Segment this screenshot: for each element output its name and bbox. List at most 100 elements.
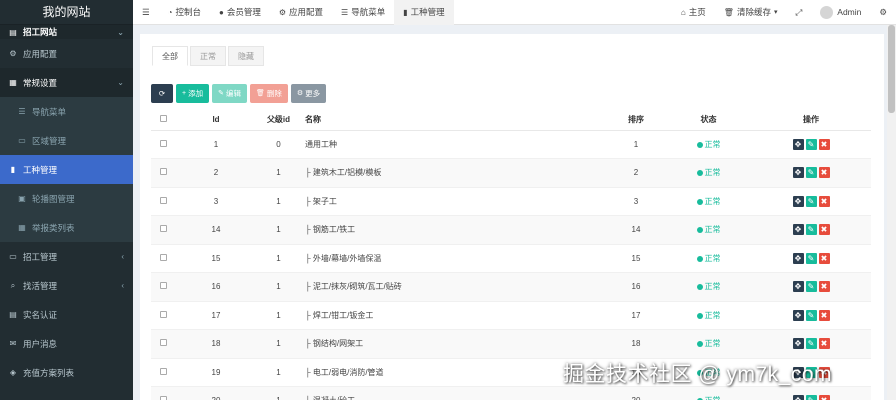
trash-icon[interactable]: ✖ (818, 138, 830, 150)
sidebar-item-4[interactable]: ▭ 区域管理 (0, 126, 133, 155)
row-checkbox[interactable] (151, 386, 176, 400)
top-tab-1[interactable]: ● 会员管理 (210, 0, 270, 25)
app-title[interactable]: 我的网站 (0, 0, 133, 25)
table-row[interactable]: 3 1 ├ 架子工 3 正常 ✥ ✎ ✖ (151, 187, 871, 216)
pencil-icon[interactable]: ✎ (805, 167, 817, 179)
trash-icon[interactable]: ✖ (818, 338, 830, 350)
status-badge[interactable]: 正常 (666, 158, 751, 188)
top-tab-2[interactable]: ⚙ 应用配置 (270, 0, 332, 25)
table-row[interactable]: 1 0 通用工种 1 正常 ✥ ✎ ✖ (151, 130, 871, 159)
table-row[interactable]: 14 1 ├ 钢筋工/铁工 14 正常 ✥ ✎ ✖ (151, 215, 871, 245)
status-badge[interactable]: 正常 (666, 215, 751, 245)
sidebar-item-3[interactable]: ☰ 导航菜单 (0, 97, 133, 126)
row-checkbox[interactable] (151, 358, 176, 387)
sidebar-item-9[interactable]: ⌕ 找活管理 ‹ (0, 271, 133, 300)
refresh-button[interactable]: ⟳ (151, 84, 173, 103)
sidebar-item-8[interactable]: ▭ 招工管理 ‹ (0, 242, 133, 271)
drag-icon[interactable]: ✥ (792, 195, 804, 207)
sidebar-item-0[interactable]: ▤ 招工网站 ⌄ (0, 25, 133, 39)
table-row[interactable]: 16 1 ├ 泥工/抹灰/砌筑/瓦工/贴砖 16 正常 ✥ ✎ ✖ (151, 272, 871, 302)
col-id[interactable]: Id (176, 110, 256, 131)
home-link[interactable]: ⌂ 主页 (672, 0, 715, 25)
pencil-icon[interactable]: ✎ (805, 138, 817, 150)
menu-toggle-button[interactable]: ☰ (133, 0, 159, 25)
drag-icon[interactable]: ✥ (792, 252, 804, 264)
col-actions: 操作 (751, 110, 871, 131)
settings-button[interactable]: ⚙ (870, 0, 896, 25)
trash-icon[interactable]: ✖ (818, 195, 830, 207)
row-checkbox[interactable] (151, 130, 176, 159)
drag-icon[interactable]: ✥ (792, 309, 804, 321)
pencil-icon[interactable]: ✎ (805, 281, 817, 293)
status-badge[interactable]: 正常 (666, 130, 751, 159)
row-checkbox[interactable] (151, 187, 176, 216)
row-checkbox[interactable] (151, 272, 176, 302)
cell-actions: ✥✎✖ (751, 158, 871, 188)
row-checkbox[interactable] (151, 215, 176, 245)
main-panel: 全部 正常 隐藏 ⟳ + 添加 ✎ 编辑 🗑 删除 ⚙ 更多 Id 父级id 名称 排序… (140, 34, 884, 400)
top-tab-3[interactable]: ☰ 导航菜单 (332, 0, 394, 25)
clear-cache-button[interactable]: 🗑 清除缓存 ▾ (715, 0, 787, 25)
pencil-icon[interactable]: ✎ (805, 338, 817, 350)
sidebar-item-7[interactable]: ▦ 举报类列表 (0, 213, 133, 242)
pencil-icon[interactable]: ✎ (805, 224, 817, 236)
col-status[interactable]: 状态 (666, 110, 751, 131)
page-scrollbar[interactable] (887, 25, 896, 400)
trash-icon[interactable]: ✖ (818, 281, 830, 293)
table-row[interactable]: 201├ 混凝土/砼工20正常✥✎✖ (151, 386, 871, 400)
drag-icon[interactable]: ✥ (792, 138, 804, 150)
drag-icon[interactable]: ✥ (792, 281, 804, 293)
tab-hidden[interactable]: 隐藏 (228, 46, 264, 66)
status-badge[interactable]: 正常 (666, 386, 751, 400)
sidebar-item-11[interactable]: ✉ 用户消息 (0, 329, 133, 358)
table-row[interactable]: 2 1 ├ 建筑木工/铝模/模板 2 正常 ✥ ✎ ✖ (151, 158, 871, 188)
edit-button[interactable]: ✎ 编辑 (212, 84, 247, 103)
drag-icon[interactable]: ✥ (792, 224, 804, 236)
delete-button[interactable]: 🗑 删除 (249, 84, 288, 103)
sidebar-item-12[interactable]: ◈ 充值方案列表 (0, 358, 133, 387)
col-pid[interactable]: 父级id (256, 110, 301, 131)
pencil-icon[interactable]: ✎ (805, 252, 817, 264)
pencil-icon[interactable]: ✎ (805, 395, 817, 400)
tab-normal[interactable]: 正常 (190, 46, 226, 66)
table-row[interactable]: 17 1 ├ 焊工/钳工/钣金工 17 正常 ✥ ✎ ✖ (151, 301, 871, 330)
sidebar-item-6[interactable]: ▣ 轮播图管理 (0, 184, 133, 213)
status-badge[interactable]: 正常 (666, 244, 751, 273)
status-badge[interactable]: 正常 (666, 329, 751, 359)
tab-all[interactable]: 全部 (152, 46, 188, 66)
scrollbar-thumb[interactable] (888, 25, 895, 113)
top-tab-0[interactable]: ◔ 控制台 (159, 0, 210, 25)
row-checkbox[interactable] (151, 329, 176, 359)
col-sort[interactable]: 排序 (606, 110, 666, 131)
sidebar-item-10[interactable]: ▤ 实名认证 (0, 300, 133, 329)
row-checkbox[interactable] (151, 244, 176, 273)
trash-icon[interactable]: ✖ (818, 224, 830, 236)
fullscreen-button[interactable]: ⤢ (786, 0, 811, 25)
status-badge[interactable]: 正常 (666, 301, 751, 330)
user-menu[interactable]: Admin (811, 0, 870, 25)
status-badge[interactable]: 正常 (666, 187, 751, 216)
drag-icon[interactable]: ✥ (792, 395, 804, 400)
sidebar-item-5[interactable]: ▮ 工种管理 (0, 155, 133, 184)
row-checkbox[interactable] (151, 158, 176, 188)
drag-icon[interactable]: ✥ (792, 167, 804, 179)
sidebar-item-2[interactable]: ▦ 常规设置 ⌄ (0, 68, 133, 97)
sidebar-item-1[interactable]: ⚙ 应用配置 (0, 39, 133, 68)
status-badge[interactable]: 正常 (666, 272, 751, 302)
trash-icon[interactable]: ✖ (818, 252, 830, 264)
drag-icon[interactable]: ✥ (792, 338, 804, 350)
select-all-checkbox[interactable] (151, 110, 176, 131)
trash-icon[interactable]: ✖ (818, 395, 830, 400)
add-button[interactable]: + 添加 (176, 84, 210, 103)
row-checkbox[interactable] (151, 301, 176, 330)
pencil-icon[interactable]: ✎ (805, 309, 817, 321)
table-row[interactable]: 18 1 ├ 钢结构/网架工 18 正常 ✥ ✎ ✖ (151, 329, 871, 359)
col-name[interactable]: 名称 (301, 110, 606, 131)
pencil-icon[interactable]: ✎ (805, 195, 817, 207)
trash-icon[interactable]: ✖ (818, 167, 830, 179)
table-row[interactable]: 15 1 ├ 外墙/幕墙/外墙保温 15 正常 ✥ ✎ ✖ (151, 244, 871, 273)
more-button[interactable]: ⚙ 更多 (290, 84, 327, 103)
cell-sort: 2 (606, 158, 666, 188)
top-tab-4[interactable]: ▮ 工种管理 (394, 0, 454, 25)
trash-icon[interactable]: ✖ (818, 309, 830, 321)
